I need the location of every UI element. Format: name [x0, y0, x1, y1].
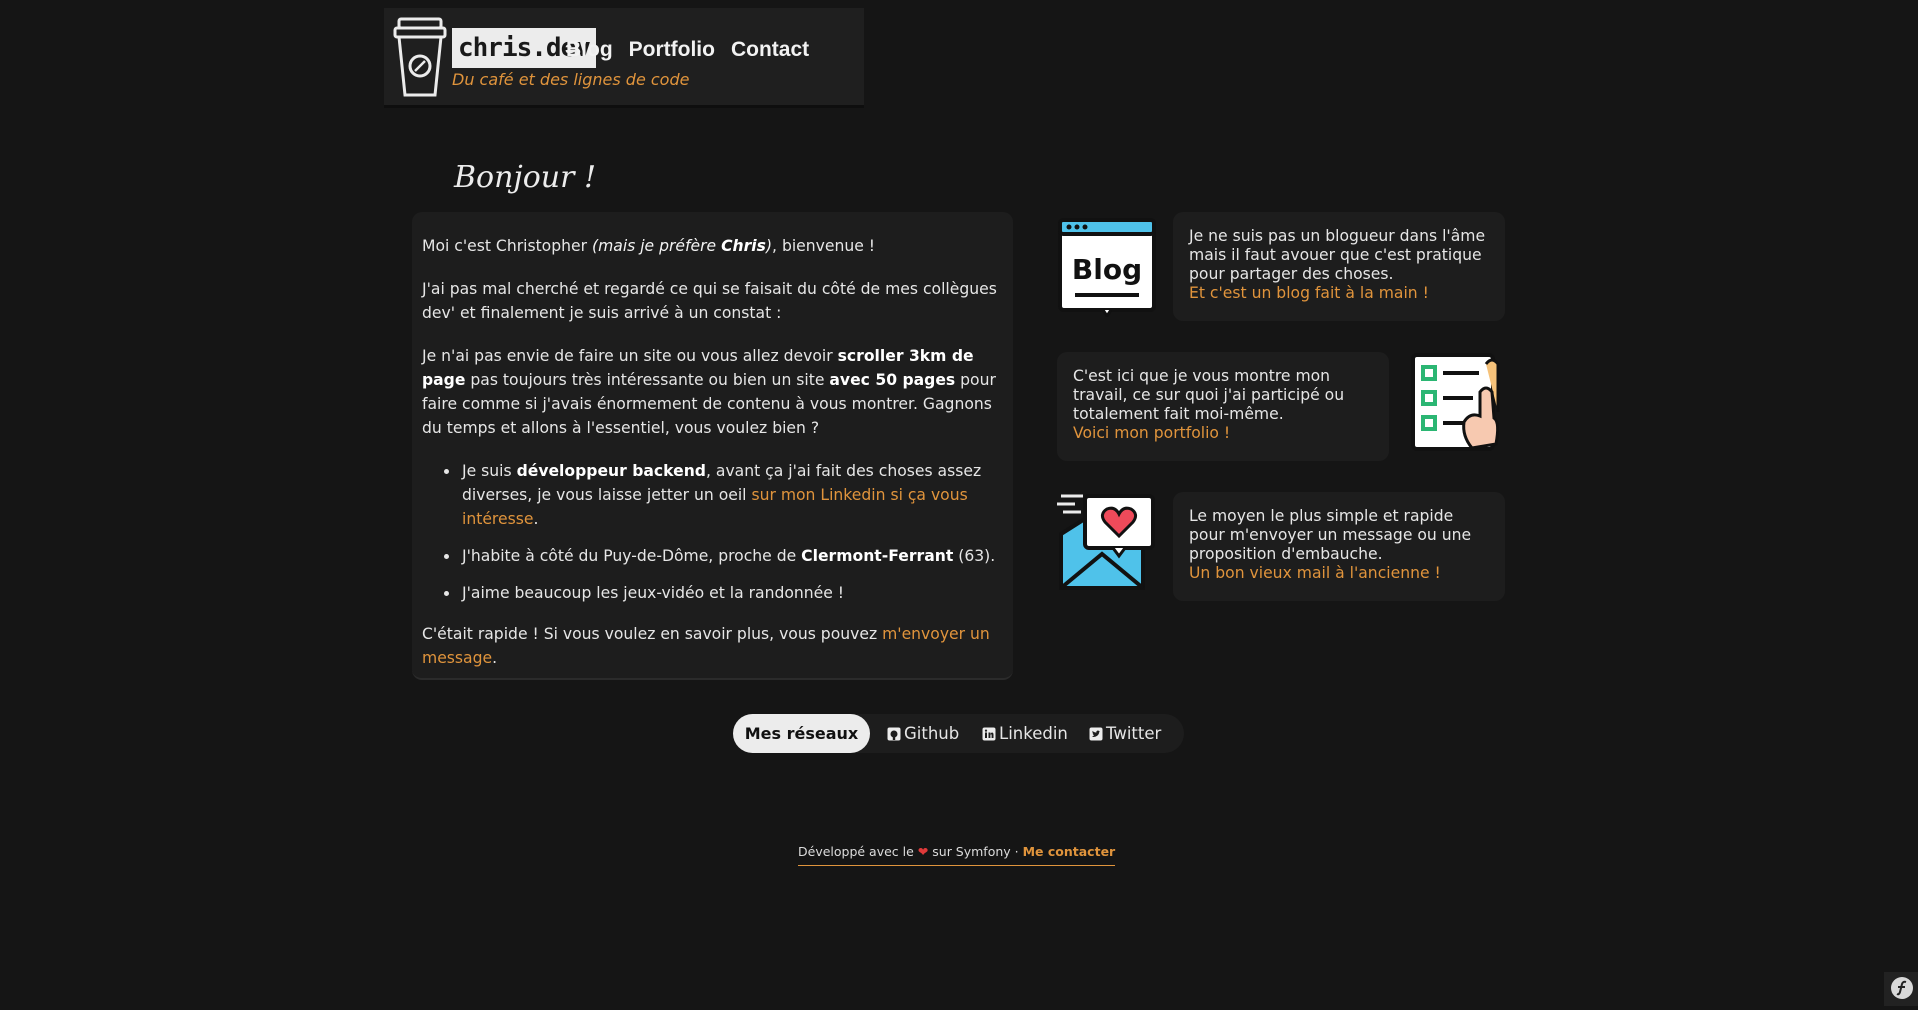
- mail-heart-icon[interactable]: [1057, 492, 1157, 592]
- symfony-icon: [1891, 977, 1913, 999]
- socials-label: Mes réseaux: [733, 714, 870, 753]
- intro-paragraph: Moi c'est Christopher (mais je préfère C…: [422, 237, 876, 255]
- main-nav: Blog Portfolio Contact: [566, 38, 809, 62]
- intro-paragraph: Je n'ai pas envie de faire un site ou vo…: [422, 347, 996, 437]
- twitter-icon: [1089, 727, 1103, 740]
- blog-icon[interactable]: Blog: [1057, 217, 1157, 317]
- nav-portfolio[interactable]: Portfolio: [629, 38, 715, 62]
- mail-link[interactable]: Un bon vieux mail à l'ancienne !: [1189, 564, 1441, 582]
- blog-card-text: Je ne suis pas un blogueur dans l'âme ma…: [1189, 227, 1486, 283]
- intro-list: Je suis développeur backend, avant ça j'…: [422, 459, 1003, 605]
- linkedin-social-link[interactable]: Linkedin: [982, 714, 1068, 753]
- list-item: J'aime beaucoup les jeux-vidéo et la ran…: [460, 581, 1003, 605]
- nav-contact[interactable]: Contact: [731, 38, 809, 62]
- list-item: J'habite à côté du Puy-de-Dôme, proche d…: [460, 544, 1003, 568]
- portfolio-card: C'est ici que je vous montre mon travail…: [1057, 352, 1389, 461]
- intro-card: Moi c'est Christopher (mais je préfère C…: [412, 212, 1013, 680]
- site-tagline: Du café et des lignes de code: [452, 70, 690, 89]
- list-item: Je suis développeur backend, avant ça j'…: [460, 459, 1003, 531]
- github-icon: [887, 727, 901, 740]
- site-footer: Développé avec le ❤ sur Symfony · Me con…: [798, 844, 1116, 866]
- portfolio-link[interactable]: Voici mon portfolio !: [1073, 424, 1230, 442]
- linkedin-icon: [982, 727, 996, 740]
- greeting-title: Bonjour !: [454, 160, 597, 195]
- contact-card: Le moyen le plus simple et rapide pour m…: [1173, 492, 1505, 601]
- portfolio-card-text: C'est ici que je vous montre mon travail…: [1073, 367, 1345, 423]
- contact-card-text: Le moyen le plus simple et rapide pour m…: [1189, 507, 1472, 563]
- github-link[interactable]: Github: [887, 714, 959, 753]
- symfony-toolbar-toggle[interactable]: [1884, 972, 1918, 1006]
- heart-icon: ❤: [917, 844, 929, 859]
- blog-link[interactable]: Et c'est un blog fait à la main !: [1189, 284, 1429, 302]
- coffee-cup-icon[interactable]: [393, 16, 447, 98]
- twitter-link[interactable]: Twitter: [1089, 714, 1161, 753]
- svg-text:Blog: Blog: [1072, 253, 1142, 286]
- social-bar: Mes réseaux Github Linkedin Twitter: [733, 714, 1184, 753]
- intro-paragraph: C'était rapide ! Si vous voulez en savoi…: [422, 625, 990, 667]
- nav-blog[interactable]: Blog: [566, 38, 613, 62]
- blog-card: Je ne suis pas un blogueur dans l'âme ma…: [1173, 212, 1505, 321]
- checklist-icon[interactable]: [1408, 352, 1508, 452]
- footer-contact-link[interactable]: Me contacter: [1023, 844, 1116, 859]
- site-header: chris.dev Blog Portfolio Contact Du café…: [384, 8, 864, 108]
- intro-paragraph: J'ai pas mal cherché et regardé ce qui s…: [422, 280, 997, 322]
